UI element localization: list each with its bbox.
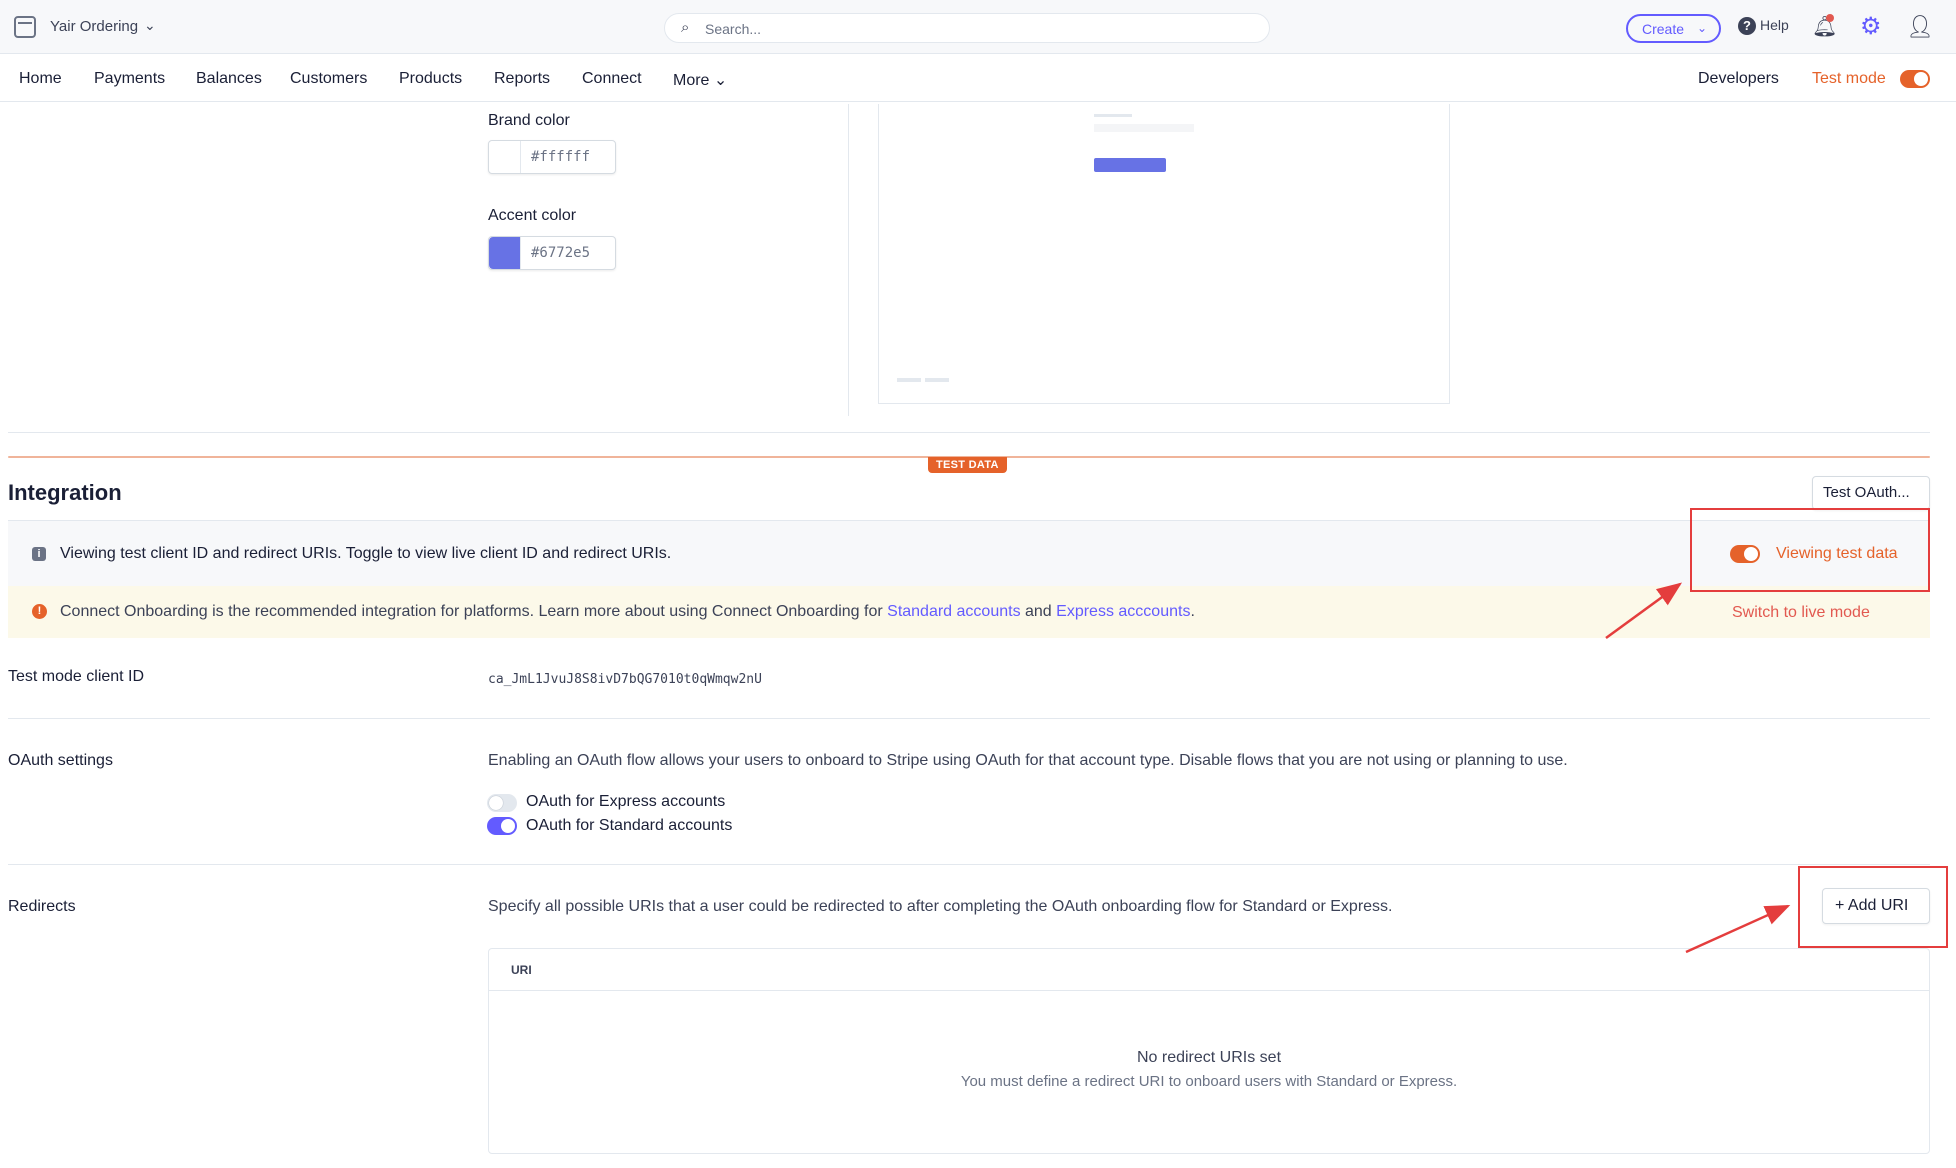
annotation-arrow <box>1685 904 1791 954</box>
annotation-arrows <box>1605 582 1791 954</box>
annotation-arrow <box>1605 582 1683 640</box>
